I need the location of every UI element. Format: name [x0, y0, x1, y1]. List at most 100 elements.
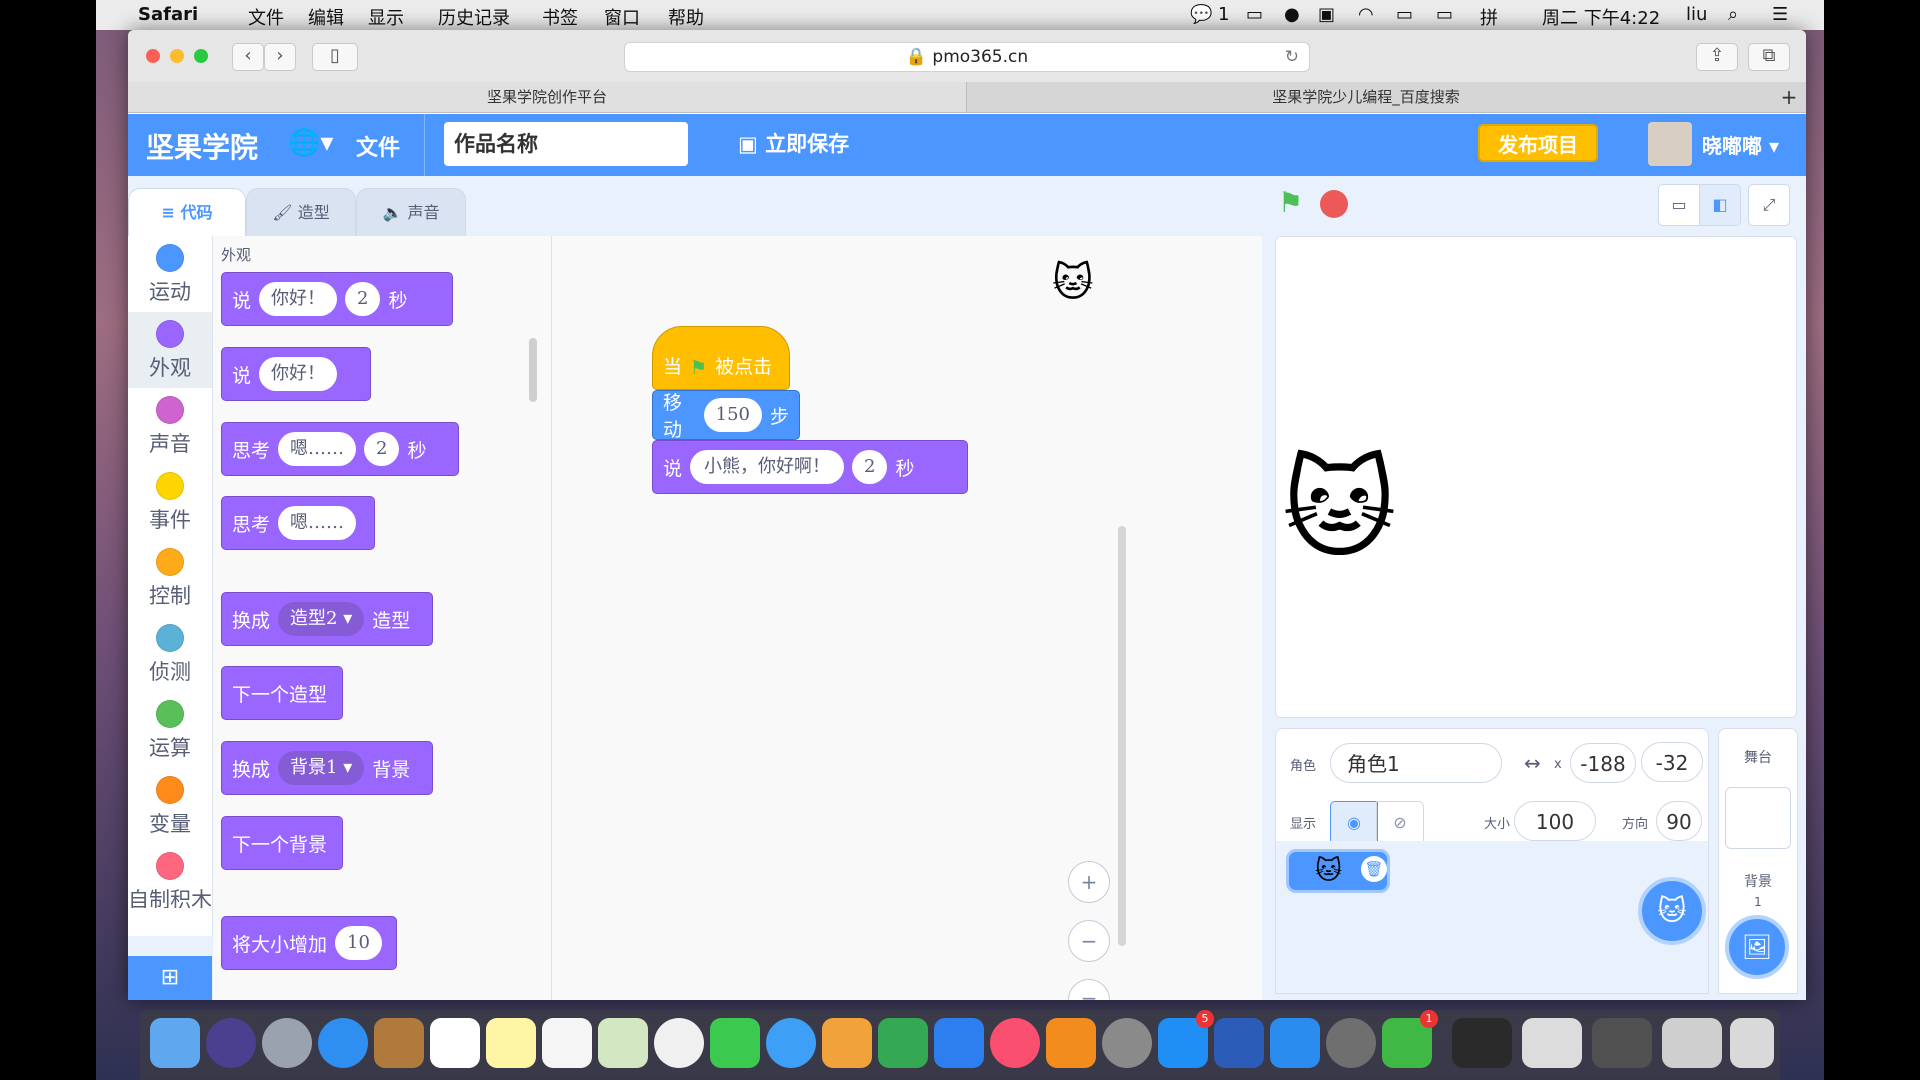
- palette-scrollbar[interactable]: [529, 338, 537, 402]
- workspace-scrollbar[interactable]: [1118, 526, 1126, 946]
- choose-backdrop-icon[interactable]: 🖼: [1725, 915, 1789, 979]
- tab-costumes[interactable]: 🖌 造型: [246, 188, 356, 237]
- reminders-icon[interactable]: [542, 1018, 592, 1068]
- category-motion[interactable]: 运动: [128, 236, 212, 312]
- block-input[interactable]: 你好！: [259, 357, 338, 391]
- category-operators[interactable]: 运算: [128, 692, 212, 768]
- zoom-in-icon[interactable]: +: [1068, 861, 1110, 903]
- large-stage-icon[interactable]: ◧: [1699, 184, 1741, 226]
- share-icon[interactable]: ⇪: [1696, 43, 1738, 71]
- battery-icon[interactable]: ▭: [1436, 4, 1453, 25]
- tab-baidu-search[interactable]: 坚果学院少儿编程_百度搜索: [967, 82, 1765, 112]
- delete-sprite-icon[interactable]: 🗑: [1361, 856, 1387, 882]
- block-when-flag-clicked[interactable]: 当 ⚑ 被点击: [652, 326, 790, 390]
- block-input[interactable]: 10: [335, 926, 382, 960]
- category-my-blocks[interactable]: 自制积木: [128, 844, 212, 908]
- wechat-status-icon[interactable]: 💬: [1190, 4, 1212, 25]
- keynote-icon[interactable]: [934, 1018, 984, 1068]
- spotlight-icon[interactable]: ⌕: [1728, 4, 1738, 25]
- hide-eye-icon[interactable]: ⊘: [1376, 801, 1424, 845]
- zoom-reset-icon[interactable]: =: [1068, 979, 1110, 1000]
- address-bar[interactable]: 🔒 pmo365.cn ↻: [624, 42, 1310, 72]
- block-next-backdrop[interactable]: 下一个背景: [221, 816, 343, 870]
- block-say-for-secs-script[interactable]: 说小熊，你好啊！ 2 秒: [652, 440, 968, 494]
- sprite-tile-selected[interactable]: 🐱 🗑: [1286, 849, 1390, 893]
- category-looks[interactable]: 外观: [128, 312, 212, 388]
- window-thumb-icon[interactable]: [1592, 1018, 1652, 1068]
- dingtalk-icon[interactable]: [1270, 1018, 1320, 1068]
- category-variables[interactable]: 变量: [128, 768, 212, 844]
- mail-icon[interactable]: [374, 1018, 424, 1068]
- siri-icon[interactable]: [206, 1018, 256, 1068]
- costume-dropdown[interactable]: 造型2 ▾: [278, 602, 365, 636]
- category-control[interactable]: 控制: [128, 540, 212, 616]
- category-sound[interactable]: 声音: [128, 388, 212, 464]
- menu-item-bookmarks[interactable]: 书签: [542, 4, 578, 30]
- tab-scratch-platform[interactable]: 坚果学院创作平台: [128, 82, 967, 112]
- minimize-window-button[interactable]: [170, 49, 184, 63]
- script-workspace[interactable]: 🐱 当 ⚑ 被点击 移动 150 步 说小熊，你好啊！ 2 秒 + − =: [552, 236, 1262, 1000]
- input-method-icon[interactable]: 拼: [1480, 4, 1498, 30]
- account-menu[interactable]: 晓嘟嘟 ▾: [1702, 130, 1779, 159]
- user-avatar[interactable]: [1648, 122, 1692, 166]
- notification-center-icon[interactable]: ☰: [1772, 4, 1788, 25]
- menu-item-window[interactable]: 窗口: [604, 4, 640, 30]
- block-move-steps[interactable]: 移动 150 步: [652, 390, 800, 441]
- block-input[interactable]: 150: [703, 398, 762, 432]
- block-say-for-secs[interactable]: 说你好！ 2 秒: [221, 272, 453, 326]
- pages-icon[interactable]: [822, 1018, 872, 1068]
- back-button[interactable]: ‹: [232, 43, 264, 71]
- block-switch-costume[interactable]: 换成 造型2 ▾ 造型: [221, 592, 433, 646]
- wechat-icon[interactable]: 1: [1382, 1010, 1438, 1068]
- save-now-button[interactable]: ▣ 立即保存: [738, 128, 849, 158]
- block-input[interactable]: 你好！: [259, 282, 338, 316]
- block-change-size[interactable]: 将大小增加 10: [221, 916, 397, 970]
- close-window-button[interactable]: [146, 49, 160, 63]
- menu-item-edit[interactable]: 编辑: [308, 4, 344, 30]
- backdrop-dropdown[interactable]: 背景1 ▾: [278, 751, 365, 785]
- small-stage-icon[interactable]: ▭: [1658, 184, 1700, 226]
- language-globe-icon[interactable]: 🌐▾: [288, 128, 333, 158]
- category-sensing[interactable]: 侦测: [128, 616, 212, 692]
- clock[interactable]: 周二 下午4:22: [1542, 4, 1660, 30]
- project-title-input[interactable]: 作品名称: [444, 122, 688, 166]
- block-input[interactable]: 2: [852, 450, 888, 484]
- safari-icon[interactable]: [318, 1018, 368, 1068]
- zoom-out-icon[interactable]: −: [1068, 920, 1110, 962]
- category-events[interactable]: 事件: [128, 464, 212, 540]
- tab-code[interactable]: ≡ 代码: [128, 188, 246, 237]
- zoom-window-button[interactable]: [194, 49, 208, 63]
- stage-canvas[interactable]: 🐱: [1275, 236, 1797, 718]
- fullscreen-icon[interactable]: ⤢: [1748, 184, 1790, 226]
- block-say[interactable]: 说你好！: [221, 347, 371, 401]
- green-flag-button[interactable]: ⚑: [1278, 186, 1303, 219]
- menu-item-help[interactable]: 帮助: [668, 4, 704, 30]
- add-extension-button[interactable]: ⊞: [128, 956, 212, 1000]
- direction-input[interactable]: 90: [1656, 801, 1702, 841]
- site-logo[interactable]: 坚果学院: [146, 126, 258, 166]
- trash-icon[interactable]: [1730, 1018, 1774, 1068]
- stop-button[interactable]: [1320, 190, 1348, 218]
- menu-item-file[interactable]: 文件: [248, 4, 284, 30]
- numbers-icon[interactable]: [878, 1018, 928, 1068]
- cat-sprite[interactable]: 🐱: [1282, 445, 1397, 573]
- publish-project-button[interactable]: 发布项目: [1478, 124, 1598, 162]
- messages-icon[interactable]: [766, 1018, 816, 1068]
- photos-icon[interactable]: [654, 1018, 704, 1068]
- y-position-input[interactable]: -32: [1641, 742, 1703, 782]
- menu-item-history[interactable]: 历史记录: [438, 4, 510, 30]
- screenshot-thumb-icon[interactable]: [1452, 1018, 1512, 1068]
- x-position-input[interactable]: -188: [1570, 743, 1636, 783]
- block-input[interactable]: 嗯……: [278, 506, 357, 540]
- app-store-icon[interactable]: 5: [1158, 1010, 1214, 1068]
- block-think[interactable]: 思考 嗯……: [221, 496, 375, 550]
- music-icon[interactable]: [990, 1018, 1040, 1068]
- file-menu[interactable]: 文件: [356, 130, 400, 162]
- sprite-name-input[interactable]: 角色1: [1330, 743, 1502, 783]
- block-switch-backdrop[interactable]: 换成 背景1 ▾ 背景: [221, 741, 433, 795]
- size-input[interactable]: 100: [1514, 801, 1596, 841]
- maps-icon[interactable]: [598, 1018, 648, 1068]
- forward-button[interactable]: ›: [264, 43, 296, 71]
- finder-icon[interactable]: [150, 1018, 200, 1068]
- notes-icon[interactable]: [486, 1018, 536, 1068]
